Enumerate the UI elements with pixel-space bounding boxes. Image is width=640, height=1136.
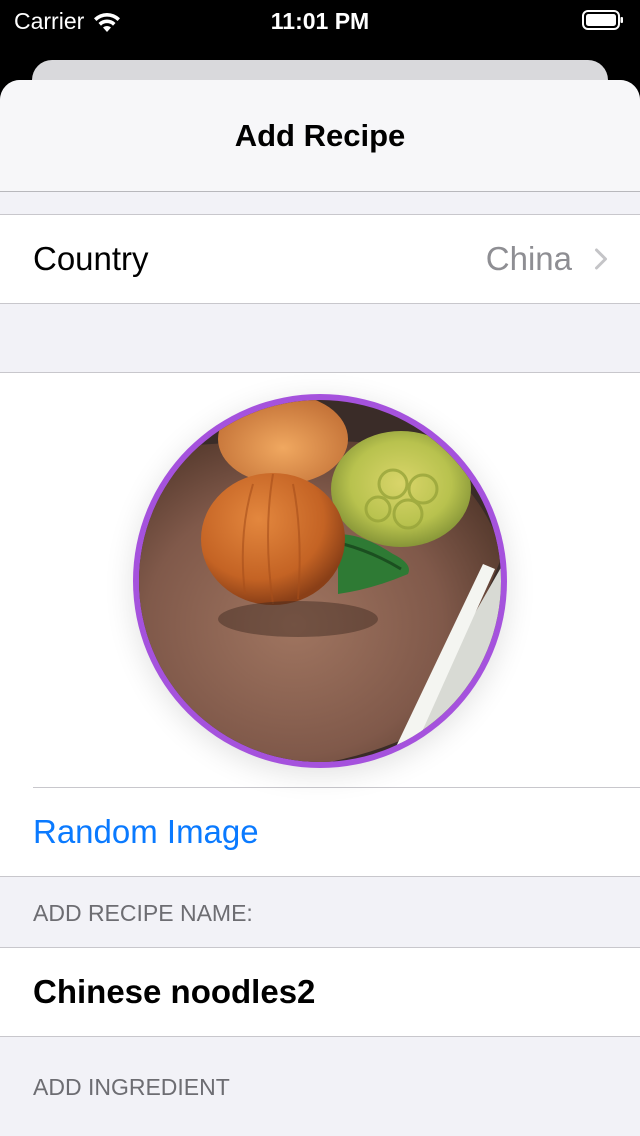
country-group: Country China [0, 214, 640, 304]
recipe-name-header: ADD RECIPE NAME: [0, 877, 640, 947]
add-recipe-sheet: Add Recipe Country China Random Image AD… [0, 80, 640, 1136]
recipe-name-header-label: ADD RECIPE NAME: [33, 900, 253, 926]
page-title: Add Recipe [234, 117, 406, 153]
image-group: Random Image [0, 372, 640, 877]
ingredient-header: ADD INGREDIENT [0, 1037, 640, 1121]
recipe-image-cell [0, 373, 640, 787]
ingredient-header-label: ADD INGREDIENT [33, 1074, 230, 1100]
navigation-bar: Add Recipe [0, 80, 640, 192]
country-row[interactable]: Country China [0, 215, 640, 303]
recipe-name-field[interactable]: Chinese noodles2 [0, 948, 640, 1036]
recipe-name-value: Chinese noodles2 [33, 973, 316, 1010]
country-value: China [485, 240, 572, 277]
random-image-label: Random Image [33, 813, 259, 850]
battery-icon [582, 10, 623, 30]
recipe-image[interactable] [133, 394, 507, 768]
recipe-name-group: Chinese noodles2 [0, 947, 640, 1037]
status-time: 11:01 PM [270, 8, 370, 34]
country-label: Country [33, 240, 149, 277]
random-image-button[interactable]: Random Image [0, 788, 640, 876]
chevron-right-icon [595, 248, 607, 270]
food-photo-image [139, 400, 501, 762]
status-bar: Carrier 11:01 PM [0, 0, 640, 44]
screen: Carrier 11:01 PM Add Recipe Country Chin… [0, 0, 640, 1136]
